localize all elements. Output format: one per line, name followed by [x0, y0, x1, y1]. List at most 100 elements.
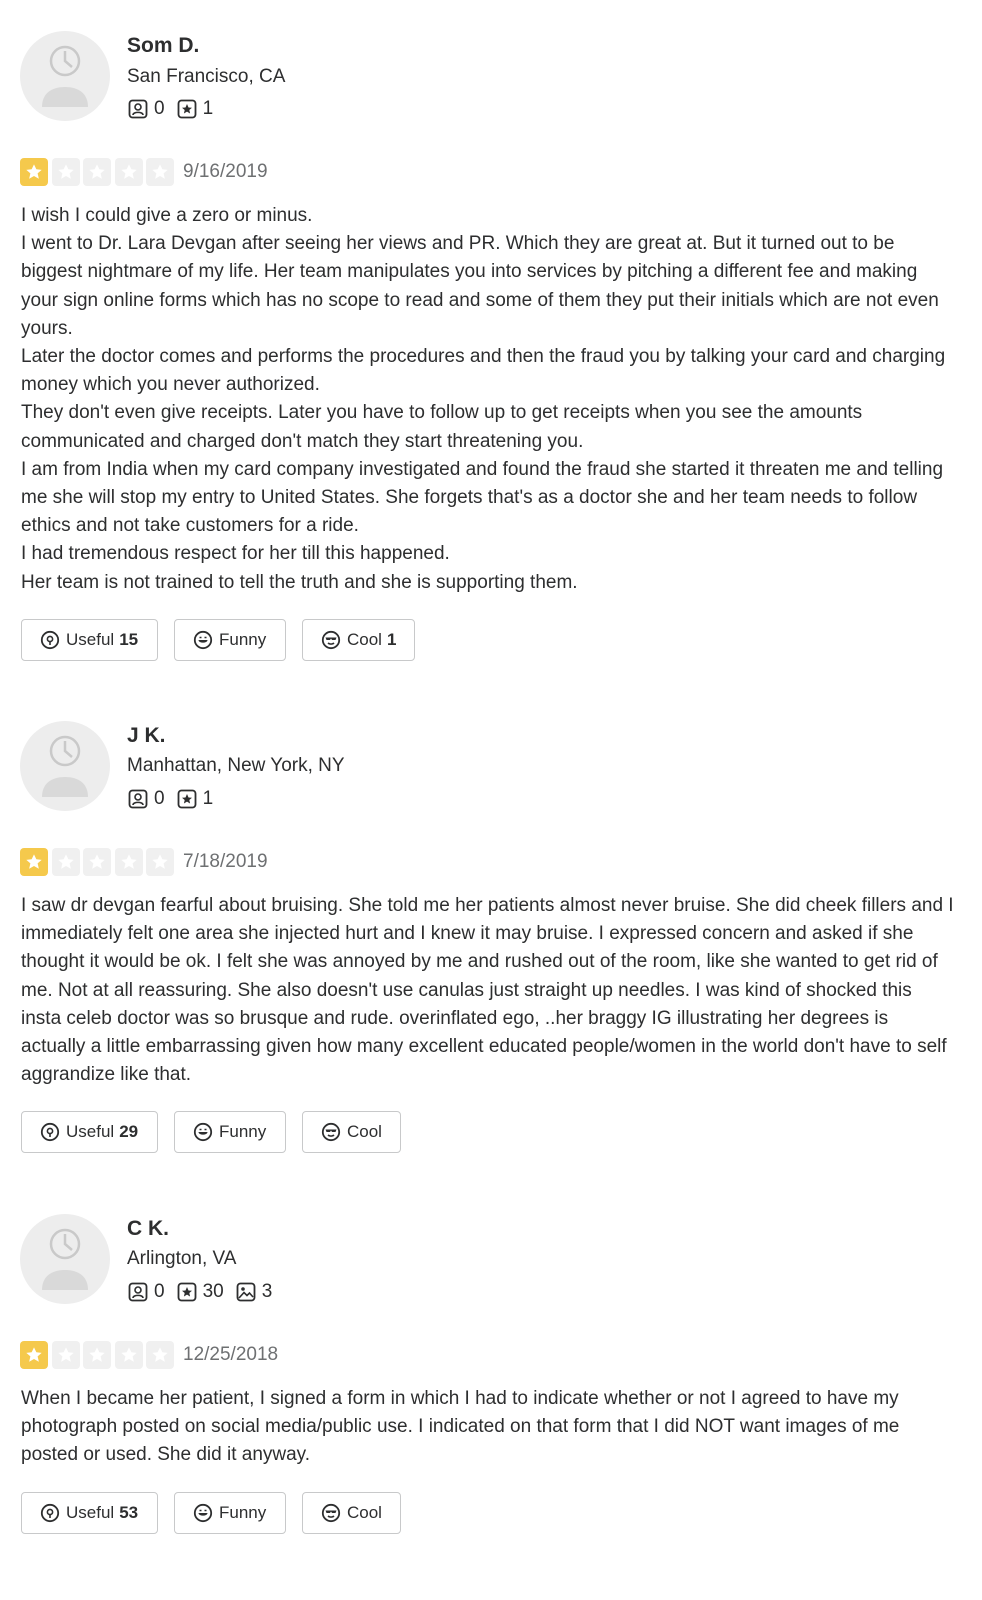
funny-icon: [193, 630, 213, 650]
star-icon: [51, 1341, 80, 1369]
reviews-count: 30: [202, 1281, 224, 1302]
review-line: I went to Dr. Lara Devgan after seeing h…: [21, 233, 939, 339]
star-icon: [146, 848, 174, 876]
funny-label: Funny: [219, 1122, 267, 1141]
useful-count: 15: [119, 630, 139, 649]
star-icon: [20, 848, 48, 876]
star-icon: [83, 1341, 111, 1369]
star-icon: [114, 158, 143, 186]
reviewer-stats: 0 1: [128, 98, 225, 120]
funny-button[interactable]: Funny: [174, 1492, 286, 1534]
friends-icon: [128, 789, 148, 809]
funny-label: Funny: [219, 630, 267, 649]
reviews-stat: 1: [177, 788, 214, 810]
reviewer-name[interactable]: Som D.: [127, 34, 199, 58]
cool-button[interactable]: Cool 1: [302, 619, 415, 661]
star-rating: [20, 848, 178, 876]
review-line: Later the doctor comes and performs the …: [21, 346, 946, 396]
useful-label: Useful: [66, 1122, 115, 1141]
review-line: I wish I could give a zero or minus.: [21, 205, 313, 226]
reviewer-location: Arlington, VA: [127, 1248, 237, 1269]
review-date: 12/25/2018: [183, 1344, 279, 1365]
funny-icon: [193, 1503, 213, 1523]
star-icon: [20, 1341, 48, 1369]
useful-count: 53: [119, 1503, 139, 1522]
friends-count: 0: [154, 1281, 165, 1302]
star-rating: [20, 158, 178, 186]
useful-button[interactable]: Useful 53: [21, 1492, 158, 1534]
review-line: They don't even give receipts. Later you…: [21, 402, 863, 452]
friends-icon: [128, 1282, 148, 1302]
star-icon: [51, 848, 80, 876]
reviews-stat: 30: [177, 1281, 224, 1303]
star-icon: [114, 1341, 143, 1369]
review-star-icon: [177, 99, 196, 119]
star-icon: [20, 158, 48, 186]
photo-icon: [236, 1282, 256, 1302]
cool-count: 1: [386, 630, 397, 649]
avatar[interactable]: [20, 31, 110, 121]
funny-button[interactable]: Funny: [174, 1111, 286, 1153]
default-user-icon: [42, 1228, 88, 1290]
friends-stat: 0: [128, 1281, 165, 1303]
funny-icon: [193, 1122, 213, 1142]
reviewer-name[interactable]: C K.: [127, 1217, 169, 1241]
useful-label: Useful: [66, 1503, 115, 1522]
review-line: I had tremendous respect for her till th…: [21, 543, 450, 565]
useful-icon: [40, 630, 60, 650]
useful-icon: [40, 1122, 60, 1142]
reviews-stat: 1: [177, 98, 214, 120]
star-icon: [83, 848, 111, 876]
default-user-icon: [42, 735, 88, 797]
review-text: I saw dr devgan fearful about bruising. …: [21, 892, 956, 1089]
review-date: 7/18/2019: [183, 851, 268, 872]
funny-label: Funny: [219, 1503, 267, 1522]
cool-icon: [321, 1122, 341, 1142]
cool-label: Cool: [347, 630, 382, 649]
star-icon: [114, 848, 143, 876]
star-rating: [20, 1341, 178, 1369]
friends-count: 0: [154, 788, 165, 809]
review-star-icon: [177, 789, 196, 809]
useful-label: Useful: [66, 630, 115, 649]
cool-label: Cool: [347, 1503, 382, 1522]
review-line: Her team is not trained to tell the trut…: [21, 571, 578, 593]
reviews-count: 1: [202, 98, 214, 119]
useful-button[interactable]: Useful 15: [21, 619, 158, 661]
friends-icon: [128, 99, 148, 119]
reviewer-name[interactable]: J K.: [127, 724, 166, 748]
review-text: When I became her patient, I signed a fo…: [21, 1385, 956, 1470]
useful-icon: [40, 1503, 60, 1523]
funny-button[interactable]: Funny: [174, 619, 286, 661]
review-line: When I became her patient, I signed a fo…: [21, 1388, 900, 1466]
photos-stat: 3: [236, 1281, 273, 1303]
star-icon: [146, 1341, 174, 1369]
cool-label: Cool: [347, 1122, 382, 1141]
default-user-icon: [42, 45, 88, 107]
review-line: I am from India when my card company inv…: [21, 458, 944, 537]
review-date: 9/16/2019: [183, 161, 268, 182]
reviewer-stats: 0 30 3: [128, 1281, 284, 1303]
star-icon: [146, 158, 174, 186]
friends-stat: 0: [128, 788, 165, 810]
useful-button[interactable]: Useful 29: [21, 1111, 158, 1153]
photos-count: 3: [261, 1281, 273, 1302]
friends-stat: 0: [128, 98, 165, 120]
cool-icon: [321, 1503, 341, 1523]
cool-button[interactable]: Cool: [302, 1492, 401, 1534]
review-text: I wish I could give a zero or minus. I w…: [21, 202, 956, 597]
reviewer-location: San Francisco, CA: [127, 66, 286, 87]
avatar[interactable]: [20, 721, 110, 811]
cool-button[interactable]: Cool: [302, 1111, 401, 1153]
reviews-count: 1: [202, 788, 214, 809]
friends-count: 0: [154, 98, 165, 119]
useful-count: 29: [119, 1122, 139, 1141]
star-icon: [83, 158, 111, 186]
reviewer-stats: 0 1: [128, 788, 225, 810]
avatar[interactable]: [20, 1214, 110, 1304]
reviewer-location: Manhattan, New York, NY: [127, 755, 345, 776]
star-icon: [51, 158, 80, 186]
review-star-icon: [177, 1282, 196, 1302]
cool-icon: [321, 630, 341, 650]
review-line: I saw dr devgan fearful about bruising. …: [21, 895, 954, 1086]
